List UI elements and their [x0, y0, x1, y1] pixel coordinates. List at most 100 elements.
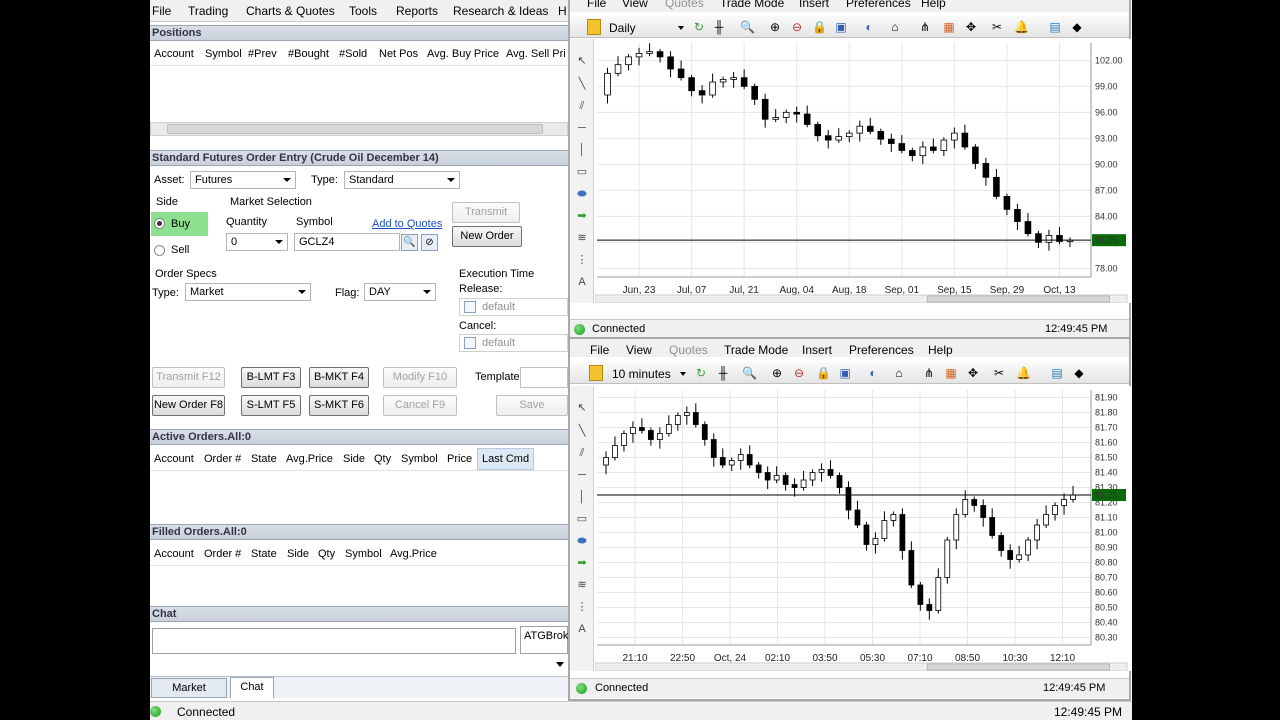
lock-icon[interactable]: 🔒	[812, 20, 827, 34]
transmit-button[interactable]: Transmit	[452, 202, 520, 223]
horizontal-line-icon[interactable]: ─	[575, 468, 589, 482]
indicator-icon[interactable]: ◐	[862, 20, 876, 34]
new-order-button[interactable]: New Order	[452, 226, 522, 247]
cut-icon[interactable]: ✂	[992, 366, 1006, 380]
chart2-menu-trade-mode[interactable]: Trade Mode	[724, 343, 788, 357]
cancel-checkbox[interactable]	[464, 337, 476, 349]
b-mkt-button[interactable]: B-MKT F4	[309, 367, 369, 388]
alert-bell-icon[interactable]: 🔔	[1016, 366, 1031, 380]
fibonacci-icon[interactable]: ⋮	[575, 600, 589, 614]
eraser-icon[interactable]: ◆	[1070, 20, 1084, 34]
menu-trading[interactable]: Trading	[188, 4, 228, 18]
col-last-cmd[interactable]: Last Cmd	[477, 448, 535, 470]
trendline-icon[interactable]: ╲	[575, 77, 589, 91]
col-bought[interactable]: #Bought	[288, 48, 329, 60]
ellipse-icon[interactable]: ⬬	[575, 534, 589, 548]
layout-icon[interactable]: ⋔	[918, 20, 932, 34]
chart1-interval[interactable]: Daily	[609, 21, 636, 35]
indicator-icon[interactable]: ◐	[866, 366, 880, 380]
arrow-icon[interactable]: ➡	[575, 556, 589, 570]
col-symbol[interactable]: Symbol	[345, 548, 382, 560]
new-order-f8-button[interactable]: New Order F8	[152, 395, 225, 416]
col-avg-price[interactable]: Avg.Price	[286, 453, 333, 465]
crosshair-icon[interactable]: ✥	[966, 366, 980, 380]
col-net-pos[interactable]: Net Pos	[379, 48, 418, 60]
release-checkbox[interactable]	[464, 301, 476, 313]
note-icon[interactable]: ▭	[575, 512, 589, 526]
book-icon[interactable]: ▤	[1048, 20, 1062, 34]
s-lmt-button[interactable]: S-LMT F5	[241, 395, 301, 416]
bar-style-icon[interactable]: ╫	[716, 366, 730, 380]
symbol-input[interactable]: GCLZ4	[294, 233, 400, 251]
study-icon[interactable]: ⌂	[892, 366, 906, 380]
col-avg-buy[interactable]: Avg. Buy Price	[427, 48, 499, 60]
col-price[interactable]: Price	[447, 453, 472, 465]
horizontal-line-icon[interactable]: ─	[575, 121, 589, 135]
menu-reports[interactable]: Reports	[396, 4, 438, 18]
col-symbol[interactable]: Symbol	[205, 48, 242, 60]
fibonacci-icon[interactable]: ⋮	[575, 253, 589, 267]
buy-option[interactable]: Buy	[151, 212, 208, 236]
trendline-icon[interactable]: ╲	[575, 424, 589, 438]
flag-select[interactable]: DAY	[364, 283, 436, 301]
wave-icon[interactable]: ≋	[575, 231, 589, 245]
chart2-menu-quotes[interactable]: Quotes	[669, 343, 708, 357]
study-icon[interactable]: ⌂	[888, 20, 902, 34]
col-side[interactable]: Side	[343, 453, 365, 465]
search-icon[interactable]: 🔍	[401, 234, 418, 251]
chart2-interval[interactable]: 10 minutes	[612, 367, 671, 381]
sell-radio[interactable]	[154, 245, 165, 256]
transmit-f12-button[interactable]: Transmit F12	[152, 367, 225, 388]
type-select[interactable]: Standard	[344, 171, 460, 189]
col-qty[interactable]: Qty	[318, 548, 335, 560]
refresh-icon[interactable]: ↻	[694, 366, 708, 380]
chart1-menu-insert[interactable]: Insert	[799, 0, 829, 10]
calendar-icon[interactable]	[587, 19, 601, 35]
zoom-in-icon[interactable]: ⊕	[770, 366, 784, 380]
text-tool-icon[interactable]: A	[575, 622, 589, 636]
pointer-icon[interactable]: ↖	[575, 54, 589, 68]
chart1-plot[interactable]: 102.0099.0096.0093.0090.0087.0084.0081.0…	[595, 39, 1131, 303]
menu-research-ideas[interactable]: Research & Ideas	[453, 4, 548, 18]
chart1-menu-quotes[interactable]: Quotes	[665, 0, 704, 10]
col-prev[interactable]: #Prev	[248, 48, 277, 60]
tab-market-analysis[interactable]: Market Analysis	[151, 678, 227, 712]
col-order-num[interactable]: Order #	[204, 453, 241, 465]
col-avg-sell[interactable]: Avg. Sell Pri	[506, 48, 566, 60]
grid-icon[interactable]: ▦	[942, 20, 956, 34]
tab-chat[interactable]: Chat	[230, 677, 274, 698]
pointer-icon[interactable]: ↖	[575, 401, 589, 415]
zoom-icon[interactable]: 🔍	[740, 20, 755, 34]
layout-icon[interactable]: ⋔	[922, 366, 936, 380]
spec-type-select[interactable]: Market	[185, 283, 311, 301]
zoom-out-icon[interactable]: ⊖	[790, 20, 804, 34]
template-input[interactable]	[520, 367, 568, 388]
release-field[interactable]: default	[459, 298, 568, 316]
buy-radio[interactable]	[154, 218, 165, 229]
add-to-quotes-link[interactable]: Add to Quotes	[372, 218, 442, 230]
zoom-icon[interactable]: 🔍	[742, 366, 757, 380]
modify-button[interactable]: Modify F10	[383, 367, 457, 388]
cut-icon[interactable]: ✂	[990, 20, 1004, 34]
note-icon[interactable]: ▭	[575, 165, 589, 179]
fit-icon[interactable]: ▣	[834, 20, 848, 34]
chevron-down-icon[interactable]	[680, 372, 686, 376]
zoom-in-icon[interactable]: ⊕	[768, 20, 782, 34]
chat-recipient[interactable]: ATGBrok	[520, 626, 568, 654]
cancel-field[interactable]: default	[459, 334, 568, 352]
chart1-menu-preferences[interactable]: Preferences	[846, 0, 911, 10]
asset-select[interactable]: Futures	[190, 171, 296, 189]
chart2-menu-insert[interactable]: Insert	[802, 343, 832, 357]
chart1-menu-trade-mode[interactable]: Trade Mode	[720, 0, 784, 10]
menu-help-truncated[interactable]: H	[558, 4, 567, 18]
col-account[interactable]: Account	[154, 548, 194, 560]
menu-charts-quotes[interactable]: Charts & Quotes	[246, 4, 335, 18]
chart1-menu-view[interactable]: View	[622, 0, 648, 10]
b-lmt-button[interactable]: B-LMT F3	[241, 367, 301, 388]
book-icon[interactable]: ▤	[1050, 366, 1064, 380]
col-side[interactable]: Side	[287, 548, 309, 560]
vertical-line-icon[interactable]: │	[575, 143, 589, 157]
chart2-menu-help[interactable]: Help	[928, 343, 953, 357]
wave-icon[interactable]: ≋	[575, 578, 589, 592]
chat-input[interactable]	[152, 628, 516, 654]
